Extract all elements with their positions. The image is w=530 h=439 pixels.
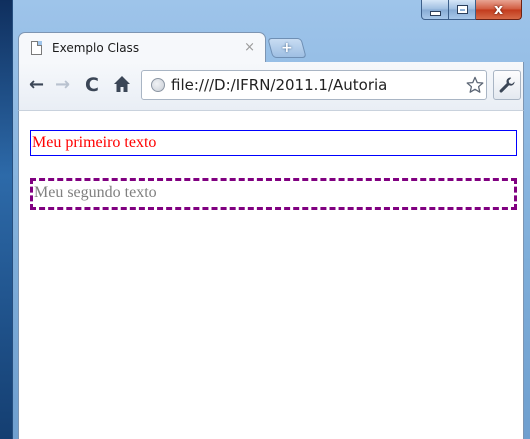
new-tab-button[interactable]: + <box>267 38 307 58</box>
desktop-background <box>0 0 12 439</box>
page-icon <box>31 40 42 55</box>
plus-icon: + <box>281 40 293 56</box>
page-viewport: Meu primeiro texto Meu segundo texto <box>18 110 524 439</box>
minimize-button[interactable] <box>421 0 449 20</box>
maximize-button[interactable] <box>449 0 476 20</box>
home-icon <box>114 76 130 92</box>
globe-icon <box>151 78 165 92</box>
tab-exemplo-class[interactable]: Exemplo Class × <box>18 32 266 62</box>
tab-close-icon[interactable]: × <box>244 41 255 54</box>
home-button[interactable] <box>113 75 131 93</box>
maximize-icon <box>456 5 468 14</box>
toolbar: ← → C file:///D:/IFRN/2011.1/Autoria <box>18 62 524 110</box>
bookmark-star-button[interactable] <box>464 76 486 94</box>
minimize-icon <box>429 10 441 16</box>
forward-button[interactable]: → <box>55 76 70 94</box>
back-button[interactable]: ← <box>29 76 44 94</box>
first-text-box: Meu primeiro texto <box>30 130 517 156</box>
wrench-menu-button[interactable] <box>493 70 521 100</box>
window-controls: x <box>421 0 522 20</box>
url-text[interactable]: file:///D:/IFRN/2011.1/Autoria <box>171 76 464 94</box>
second-text-box: Meu segundo texto <box>30 178 517 210</box>
address-bar[interactable]: file:///D:/IFRN/2011.1/Autoria <box>141 70 487 100</box>
close-icon: x <box>493 1 504 18</box>
reload-button[interactable]: C <box>85 76 99 95</box>
close-window-button[interactable]: x <box>476 0 522 20</box>
tab-title: Exemplo Class <box>52 40 140 55</box>
wrench-icon <box>499 77 515 93</box>
star-icon <box>466 76 484 93</box>
